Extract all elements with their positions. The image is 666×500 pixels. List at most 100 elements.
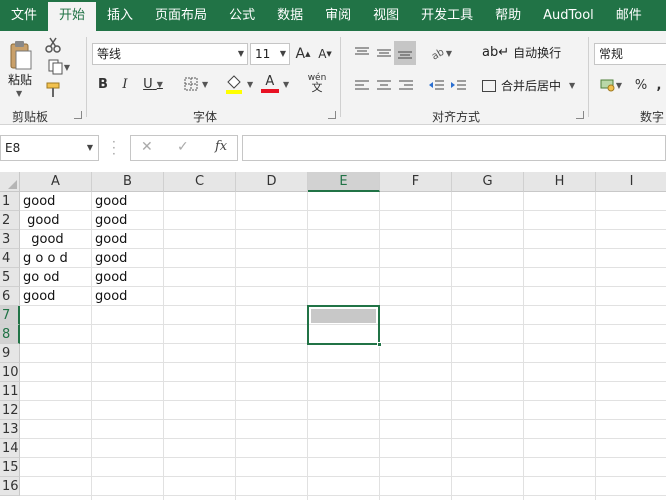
menu-tab[interactable]: 开发工具 (410, 0, 484, 31)
fill-handle[interactable] (377, 342, 382, 347)
decrease-indent-icon[interactable] (426, 75, 446, 95)
row-header[interactable]: 10 (0, 363, 20, 382)
font-size-combo[interactable]: 11 ▼ (250, 43, 290, 65)
name-box[interactable]: E8 ▼ (0, 135, 99, 161)
row-header[interactable]: 5 (0, 268, 20, 287)
number-group-label: 数字 (640, 110, 665, 124)
worksheet-grid[interactable]: A B C D E F G H I 1 2 3 4 5 6 7 8 9 10 11 12 13 14 15 16 good goo… (0, 172, 666, 500)
menu-tab[interactable]: AudTool (532, 0, 605, 31)
row-header[interactable]: 6 (0, 287, 20, 306)
column-header[interactable]: I (596, 172, 666, 192)
wrap-text-button[interactable]: ab↵ 自动换行 (482, 44, 561, 61)
column-header[interactable]: B (92, 172, 164, 192)
column-header[interactable]: H (524, 172, 596, 192)
column-header[interactable]: G (452, 172, 524, 192)
menu-tab[interactable]: 数据 (266, 0, 314, 31)
align-middle-icon[interactable] (374, 43, 394, 63)
menu-tab[interactable]: 邮件 (605, 0, 653, 31)
underline-icon[interactable]: U ▼ (138, 75, 168, 93)
column-header[interactable]: D (236, 172, 308, 192)
chevron-down-icon[interactable]: ▼ (280, 44, 286, 64)
row-header[interactable]: 12 (0, 401, 20, 420)
phonetic-icon[interactable]: wén 文 (300, 71, 334, 95)
row-header[interactable]: 13 (0, 420, 20, 439)
border-icon[interactable]: ▼ (180, 75, 212, 93)
percent-icon[interactable]: % (632, 75, 650, 95)
align-left-icon[interactable] (352, 75, 372, 95)
cell-b2[interactable]: good (92, 211, 164, 230)
menu-tab[interactable]: 插入 (96, 0, 144, 31)
cell-b3[interactable]: good (92, 230, 164, 249)
row-header[interactable]: 9 (0, 344, 20, 363)
row-header[interactable]: 3 (0, 230, 20, 249)
cell-a4[interactable]: g o o d (20, 249, 92, 268)
cell-a3[interactable]: good (20, 230, 92, 249)
column-header[interactable]: E (308, 172, 380, 192)
shrink-font-icon[interactable]: A ▼ (316, 45, 334, 63)
row-header[interactable]: 14 (0, 439, 20, 458)
cell-b1[interactable]: good (92, 192, 164, 211)
row-header[interactable]: 2 (0, 211, 20, 230)
menu-tab[interactable]: 文件 (0, 0, 48, 31)
column-gridline (307, 192, 308, 500)
paste-icon[interactable] (6, 39, 34, 73)
menu-tab[interactable]: 视图 (362, 0, 410, 31)
menu-tab[interactable]: 开始 (48, 2, 97, 31)
align-top-icon[interactable] (352, 43, 372, 63)
select-all-corner[interactable] (0, 172, 20, 192)
formula-input[interactable] (242, 135, 666, 161)
row-header[interactable]: 16 (0, 477, 20, 496)
italic-icon[interactable]: I (116, 75, 134, 93)
insert-function-icon[interactable]: fx (215, 139, 227, 154)
increase-indent-icon[interactable] (448, 75, 468, 95)
column-header[interactable]: F (380, 172, 452, 192)
font-name-combo[interactable]: 等线 ▼ (92, 43, 248, 65)
enter-icon[interactable]: ✓ (177, 139, 189, 155)
menu-tab[interactable]: 页面布局 (144, 0, 218, 31)
merge-center-button[interactable]: 合并后居中 ▼ (482, 77, 575, 94)
number-format-combo[interactable]: 常规 (594, 43, 666, 65)
chevron-down-icon[interactable]: ▼ (238, 44, 244, 64)
row-header[interactable]: 1 (0, 192, 20, 211)
dialog-launcher-icon[interactable] (328, 111, 336, 119)
row-header[interactable]: 8 (0, 325, 20, 344)
cell-a1[interactable]: good (20, 192, 92, 211)
currency-icon[interactable]: ▼ (596, 75, 626, 95)
cell-a6[interactable]: good (20, 287, 92, 306)
font-color-icon[interactable]: A ▼ (258, 73, 292, 95)
menu-tab[interactable]: 审阅 (314, 0, 362, 31)
row-header[interactable]: 11 (0, 382, 20, 401)
bold-icon[interactable]: B (94, 75, 112, 93)
row-gridline (20, 362, 666, 363)
copy-icon[interactable]: ▼ (44, 59, 74, 75)
row-header[interactable]: 4 (0, 249, 20, 268)
align-bottom-icon[interactable] (394, 41, 416, 65)
chevron-down-icon[interactable]: ▼ (87, 136, 93, 160)
row-header[interactable]: 15 (0, 458, 20, 477)
menu-tab[interactable]: 公式 (218, 0, 266, 31)
column-header[interactable]: C (164, 172, 236, 192)
grow-font-icon[interactable]: A ▲ (294, 45, 312, 63)
dialog-launcher-icon[interactable] (74, 111, 82, 119)
more-options-icon[interactable]: · · · (112, 136, 116, 160)
paste-button[interactable]: 粘贴 (8, 71, 32, 88)
scissors-icon[interactable] (44, 37, 62, 53)
paste-dropdown-icon[interactable]: ▼ (16, 89, 22, 98)
format-painter-icon[interactable] (44, 81, 62, 99)
row-header[interactable]: 7 (0, 306, 20, 325)
menu-tab[interactable]: 帮助 (484, 0, 532, 31)
fill-color-icon[interactable]: ▼ (222, 73, 256, 95)
cancel-icon[interactable]: ✕ (141, 139, 153, 155)
align-center-icon[interactable] (374, 75, 394, 95)
column-header[interactable]: A (20, 172, 92, 192)
orientation-icon[interactable]: ab ▼ (426, 43, 456, 63)
dialog-launcher-icon[interactable] (576, 111, 584, 119)
cell-a2[interactable]: good (20, 211, 92, 230)
align-right-icon[interactable] (396, 75, 416, 95)
cell-b5[interactable]: good (92, 268, 164, 287)
cell-b4[interactable]: good (92, 249, 164, 268)
font-name-value: 等线 (97, 47, 122, 61)
cell-b6[interactable]: good (92, 287, 164, 306)
cell-a5[interactable]: go od (20, 268, 92, 287)
comma-icon[interactable]: , (652, 75, 666, 95)
